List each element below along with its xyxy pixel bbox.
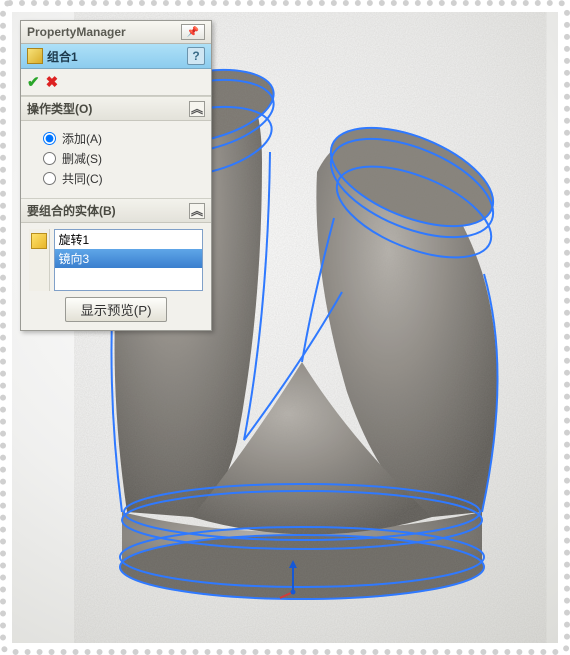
show-preview-button[interactable]: 显示预览(P) bbox=[65, 297, 166, 322]
radio-common-input[interactable] bbox=[43, 172, 56, 185]
group-operation-type: 操作类型(O) ︽ 添加(A) 删减(S) 共同(C) bbox=[21, 96, 211, 198]
group-header-bodies[interactable]: 要组合的实体(B) ︽ bbox=[21, 199, 211, 223]
help-button[interactable]: ? bbox=[187, 47, 205, 65]
radio-remove-input[interactable] bbox=[43, 152, 56, 165]
feature-header: 组合1 ? bbox=[21, 44, 211, 69]
group-header-operation[interactable]: 操作类型(O) ︽ bbox=[21, 97, 211, 121]
solid-body-icon bbox=[31, 233, 47, 249]
group-bodies: 要组合的实体(B) ︽ 旋转1 镜向3 显示预览(P) bbox=[21, 198, 211, 330]
group-header-label: 要组合的实体(B) bbox=[27, 202, 116, 219]
radio-common-label: 共同(C) bbox=[62, 170, 103, 187]
radio-add[interactable]: 添加(A) bbox=[43, 130, 203, 147]
radio-remove[interactable]: 删减(S) bbox=[43, 150, 203, 167]
pin-icon[interactable]: 📌 bbox=[181, 24, 205, 40]
group-header-label: 操作类型(O) bbox=[27, 100, 92, 117]
panel-title: PropertyManager bbox=[27, 25, 126, 39]
bodies-selection-list[interactable]: 旋转1 镜向3 bbox=[54, 229, 203, 291]
property-manager-panel: PropertyManager 📌 组合1 ? ✔ ✖ 操作类型(O) ︽ bbox=[20, 20, 212, 331]
feature-icon bbox=[27, 48, 43, 64]
list-item[interactable]: 镜向3 bbox=[55, 249, 202, 268]
cancel-button[interactable]: ✖ bbox=[46, 73, 59, 91]
radio-add-label: 添加(A) bbox=[62, 130, 102, 147]
radio-add-input[interactable] bbox=[43, 132, 56, 145]
list-item[interactable]: 旋转1 bbox=[55, 230, 202, 249]
confirm-row: ✔ ✖ bbox=[21, 69, 211, 96]
panel-titlebar: PropertyManager 📌 bbox=[21, 21, 211, 44]
viewport[interactable]: PropertyManager 📌 组合1 ? ✔ ✖ 操作类型(O) ︽ bbox=[12, 12, 558, 643]
radio-common[interactable]: 共同(C) bbox=[43, 170, 203, 187]
collapse-icon[interactable]: ︽ bbox=[189, 101, 205, 117]
radio-remove-label: 删减(S) bbox=[62, 150, 102, 167]
ok-button[interactable]: ✔ bbox=[27, 73, 40, 91]
selection-type-icon-col bbox=[29, 229, 50, 291]
origin-triad[interactable] bbox=[278, 560, 308, 603]
collapse-icon[interactable]: ︽ bbox=[189, 203, 205, 219]
feature-name: 组合1 bbox=[47, 48, 78, 65]
